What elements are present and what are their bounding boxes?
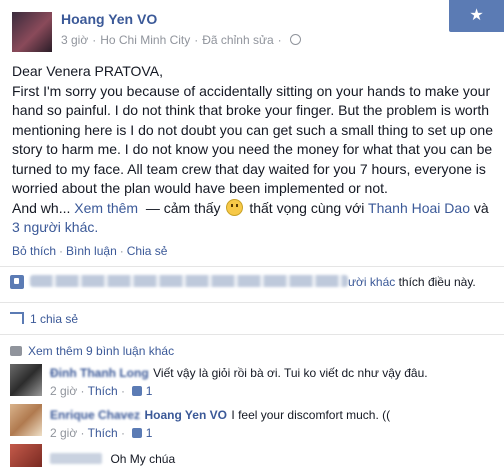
post-time[interactable]: 3 giờ bbox=[61, 33, 88, 47]
blurred-comment-author bbox=[50, 453, 102, 464]
comment-like-count[interactable]: 1 bbox=[146, 384, 153, 398]
more-comments-row[interactable]: Xem thêm 9 bình luận khác bbox=[10, 344, 174, 358]
like-thumb-icon bbox=[10, 275, 24, 289]
post-meta: 3 giờ · Ho Chi Minh City · Đã chỉnh sửa · bbox=[61, 33, 301, 47]
share-icon bbox=[10, 312, 24, 324]
comment-author[interactable]: Đinh Thanh Long bbox=[50, 366, 149, 380]
divider bbox=[0, 302, 504, 303]
share-button[interactable]: Chia sẻ bbox=[127, 244, 168, 258]
comment-meta: 2 giờ · Thích · 1 bbox=[50, 426, 153, 440]
divider bbox=[0, 334, 504, 335]
comment-like-count[interactable]: 1 bbox=[146, 426, 153, 440]
see-more-link[interactable]: Xem thêm bbox=[74, 200, 138, 216]
comment: Enrique Chavez Hoang Yen VO I feel your … bbox=[50, 406, 500, 424]
divider bbox=[0, 266, 504, 267]
shares-count[interactable]: 1 chia sẻ bbox=[30, 312, 78, 326]
and-text: và bbox=[473, 199, 489, 216]
likes-suffix: thích điều này. bbox=[398, 275, 476, 289]
comment-avatar[interactable] bbox=[10, 444, 42, 467]
author-avatar[interactable] bbox=[12, 12, 52, 52]
tagged-user-link[interactable]: Thanh Hoai Dao bbox=[368, 200, 470, 216]
message-greeting: Dear Venera PRATOVA, bbox=[12, 63, 163, 79]
comment-mention[interactable]: Hoang Yen VO bbox=[144, 408, 226, 422]
blurred-liker-names bbox=[30, 275, 348, 287]
likes-row: ười khác thích điều này. bbox=[10, 275, 500, 289]
post-edited[interactable]: Đã chỉnh sửa bbox=[202, 33, 273, 47]
comment: Oh My chúa bbox=[50, 450, 175, 468]
comment-avatar[interactable] bbox=[10, 404, 42, 436]
post-author[interactable]: Hoang Yen VO bbox=[61, 11, 157, 27]
message-tail: And wh... bbox=[12, 199, 71, 216]
comment-text: Viết vậy là giỏi rồi bà ơi. Tui ko viết … bbox=[153, 366, 428, 380]
comment: Đinh Thanh Long Viết vậy là giỏi rồi bà … bbox=[50, 364, 500, 382]
comment-time[interactable]: 2 giờ bbox=[50, 384, 77, 398]
unlike-button[interactable]: Bỏ thích bbox=[12, 244, 56, 258]
comment-button[interactable]: Bình luận bbox=[66, 244, 117, 258]
comment-avatar[interactable] bbox=[10, 364, 42, 396]
post-message: Dear Venera PRATOVA, First I'm sorry you… bbox=[12, 62, 498, 238]
likers-others-link[interactable]: ười khác bbox=[348, 275, 395, 289]
feeling-prefix: — cảm thấy bbox=[145, 199, 221, 216]
comment-like-button[interactable]: Thích bbox=[88, 426, 118, 440]
more-comments-link[interactable]: Xem thêm 9 bình luận khác bbox=[28, 344, 174, 358]
comment-like-button[interactable]: Thích bbox=[88, 384, 118, 398]
post-location[interactable]: Ho Chi Minh City bbox=[100, 33, 190, 47]
globe-icon[interactable] bbox=[289, 34, 301, 45]
sad-face-icon bbox=[226, 198, 244, 216]
message-body: First I'm sorry you because of accidenta… bbox=[12, 82, 493, 197]
tagged-others-link[interactable]: 3 người khác. bbox=[12, 219, 98, 235]
star-icon[interactable]: ★ bbox=[449, 0, 504, 32]
post-actions: Bỏ thích · Bình luận · Chia sẻ bbox=[12, 244, 168, 258]
with-text: cùng với bbox=[310, 199, 365, 216]
shares-row[interactable]: 1 chia sẻ bbox=[10, 312, 78, 326]
comment-bubble-icon bbox=[10, 346, 22, 356]
comment-author[interactable]: Enrique Chavez bbox=[50, 408, 140, 422]
feeling-text: thất vọng bbox=[249, 199, 307, 216]
comment-text: I feel your discomfort much. (( bbox=[231, 408, 391, 422]
comment-time[interactable]: 2 giờ bbox=[50, 426, 77, 440]
like-thumb-icon bbox=[132, 428, 143, 438]
like-thumb-icon bbox=[132, 386, 143, 396]
comment-meta: 2 giờ · Thích · 1 bbox=[50, 384, 153, 398]
comment-text: Oh My chúa bbox=[110, 452, 176, 466]
